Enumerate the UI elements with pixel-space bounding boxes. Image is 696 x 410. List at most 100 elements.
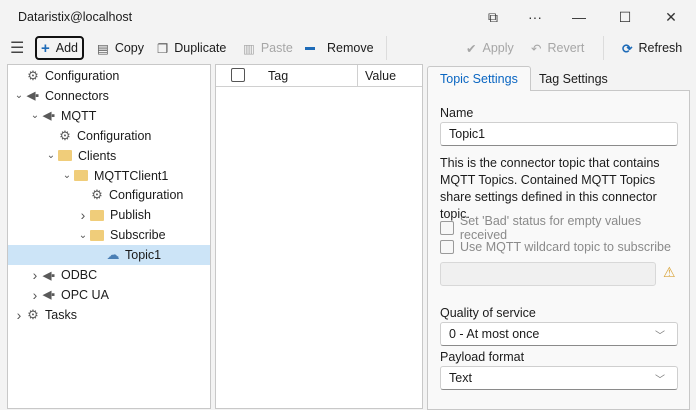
tree-item[interactable]: › Publish <box>8 205 210 225</box>
tree-item[interactable]: › ⚙ Tasks <box>8 305 210 325</box>
tree-item[interactable]: › ◀▪ OPC UA <box>8 285 210 305</box>
tree-item[interactable]: ⌄ MQTTClient1 <box>8 166 210 186</box>
select-all-checkbox[interactable] <box>231 68 245 82</box>
toolbar-separator <box>603 36 604 60</box>
copy-label: Copy <box>114 41 144 55</box>
minimize-button[interactable]: — <box>556 0 602 34</box>
revert-button[interactable]: ↶ Revert <box>531 36 584 60</box>
chevron-right-icon[interactable]: › <box>77 207 89 223</box>
plug-icon: ◀▪ <box>42 269 56 282</box>
tree-item[interactable]: ⚙ Configuration <box>8 126 210 146</box>
chevron-down-icon[interactable]: ⌄ <box>61 170 73 181</box>
folder-icon <box>90 209 104 221</box>
tab-topic-settings[interactable]: Topic Settings <box>427 66 531 91</box>
paste-label: Paste <box>260 41 293 55</box>
description-text: This is the connector topic that contain… <box>440 156 660 221</box>
tree-item[interactable]: ⌄ ◀▪ MQTT <box>8 106 210 126</box>
bad-status-label: Set 'Bad' status for empty values receiv… <box>459 214 642 242</box>
refresh-button[interactable]: ⟳ Refresh <box>622 36 682 60</box>
add-button[interactable]: + Add <box>35 36 85 60</box>
qos-select[interactable]: 0 - At most once ﹀ <box>440 322 678 346</box>
more-icon[interactable]: ··· <box>512 0 558 34</box>
tree-item[interactable]: ⌄ Subscribe <box>8 225 210 245</box>
gear-icon: ⚙ <box>59 127 71 143</box>
wildcard-topic-input[interactable] <box>440 262 656 286</box>
tree-item-label: OPC UA <box>61 287 109 302</box>
name-label: Name <box>440 106 474 120</box>
undo-icon: ↶ <box>531 41 542 56</box>
checkbox-box[interactable] <box>440 221 454 235</box>
folder-icon <box>90 229 104 241</box>
chevron-right-icon[interactable]: › <box>29 287 41 303</box>
plus-icon: + <box>41 39 50 57</box>
chevron-right-icon[interactable]: › <box>29 267 41 283</box>
check-icon: ✔ <box>466 41 477 56</box>
name-input[interactable]: Topic1 <box>440 122 678 146</box>
refresh-label: Refresh <box>638 41 683 55</box>
tree-item-label: Configuration <box>45 69 120 83</box>
tree-item-label: Publish <box>110 208 151 223</box>
tree-item[interactable]: › ◀▪ ODBC <box>8 265 210 285</box>
checkbox-box[interactable] <box>440 240 454 254</box>
column-value[interactable]: Value <box>365 69 396 83</box>
topic-settings-panel: Name Topic1 This is the connector topic … <box>427 90 690 410</box>
tree-item-label: Clients <box>78 148 117 163</box>
tree-item[interactable]: ☁ Topic1 <box>8 245 210 266</box>
payload-value: Text <box>449 371 472 385</box>
bad-status-checkbox[interactable]: Set 'Bad' status for empty values receiv… <box>440 214 689 242</box>
tree-item-label: Subscribe <box>110 228 166 243</box>
payload-select[interactable]: Text ﹀ <box>440 366 678 390</box>
tree-item[interactable]: ⚙ Configuration <box>8 185 210 205</box>
chevron-down-icon: ﹀ <box>655 330 665 342</box>
tree-item-label: Connectors <box>45 88 109 103</box>
plug-icon: ◀▪ <box>42 289 56 302</box>
duplicate-label: Duplicate <box>174 41 227 55</box>
tree-item-label: Topic1 <box>125 248 162 263</box>
folder-icon <box>58 150 72 162</box>
paste-icon: ▥ <box>243 41 255 56</box>
chevron-down-icon[interactable]: ⌄ <box>13 90 25 101</box>
warning-icon: ⚠ <box>663 264 676 280</box>
chevron-down-icon: ﹀ <box>655 374 665 386</box>
maximize-button[interactable]: ☐ <box>602 0 648 34</box>
wildcard-checkbox[interactable]: Use MQTT wildcard topic to subscribe <box>440 240 671 254</box>
chevron-down-icon[interactable]: ⌄ <box>77 230 89 241</box>
duplicate-button[interactable]: ❐ Duplicate <box>157 36 226 60</box>
tree-item[interactable]: ⌄ Clients <box>8 146 210 166</box>
payload-label: Payload format <box>440 350 525 364</box>
window-title: Dataristix@localhost <box>18 10 133 24</box>
tab-tag-settings[interactable]: Tag Settings <box>527 66 620 91</box>
tree-item-label: MQTTClient1 <box>94 168 169 183</box>
feedback-icon[interactable]: ⧉ <box>470 0 516 34</box>
tree-item-label: ODBC <box>61 268 98 282</box>
column-tag[interactable]: Tag <box>268 69 288 83</box>
apply-button[interactable]: ✔ Apply <box>466 36 514 60</box>
remove-button[interactable]: Remove <box>305 36 374 60</box>
tree-item-label: Configuration <box>77 128 152 143</box>
qos-value: 0 - At most once <box>449 327 540 341</box>
wildcard-label: Use MQTT wildcard topic to subscribe <box>460 240 671 254</box>
plug-icon: ◀▪ <box>42 110 56 123</box>
tree-item[interactable]: ⚙ Configuration <box>8 66 210 86</box>
gears-icon: ⚙ <box>27 306 39 322</box>
gear-icon: ⚙ <box>27 68 39 83</box>
tree-view[interactable]: ⚙ Configuration ⌄ ◀▪ Connectors ⌄ ◀▪ MQTT ⚙ Confi… <box>7 64 211 409</box>
cloud-download-icon: ☁ <box>106 247 120 263</box>
tree-item-label: Configuration <box>109 188 184 203</box>
tree-item-label: MQTT <box>61 108 97 123</box>
chevron-down-icon[interactable]: ⌄ <box>29 110 41 121</box>
qos-label: Quality of service <box>440 306 536 320</box>
duplicate-icon: ❐ <box>157 41 169 56</box>
refresh-icon: ⟳ <box>622 41 633 56</box>
chevron-down-icon[interactable]: ⌄ <box>45 150 57 161</box>
column-divider[interactable] <box>357 65 358 87</box>
tree-item[interactable]: ⌄ ◀▪ Connectors <box>8 86 210 106</box>
paste-button[interactable]: ▥ Paste <box>243 36 293 60</box>
apply-label: Apply <box>482 41 514 55</box>
menu-icon[interactable]: ☰ <box>10 36 24 60</box>
tag-table[interactable]: Tag Value <box>215 64 423 409</box>
add-label: Add <box>55 41 79 55</box>
copy-button[interactable]: ▤ Copy <box>97 36 144 60</box>
close-button[interactable]: ✕ <box>648 0 694 34</box>
chevron-right-icon[interactable]: › <box>13 307 25 323</box>
